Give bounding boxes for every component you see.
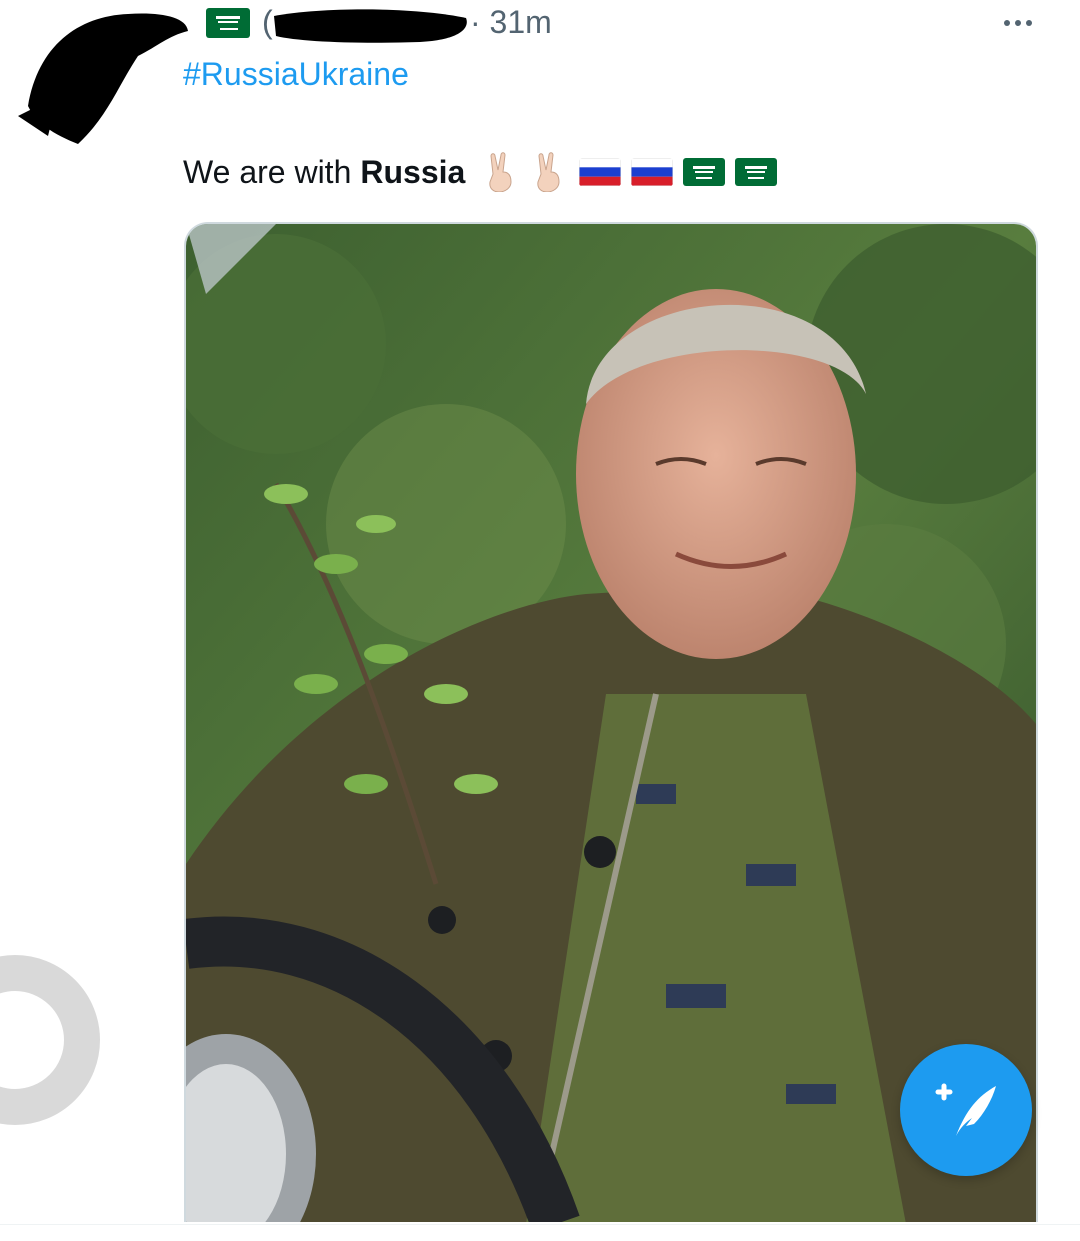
compose-tweet-icon (935, 1083, 996, 1136)
name-redaction (270, 6, 470, 44)
saudi-flag-icon (206, 8, 250, 38)
compose-tweet-button[interactable] (900, 1044, 1032, 1176)
more-horizontal-icon (1004, 20, 1010, 26)
loading-ring-icon (0, 955, 100, 1125)
more-options-button[interactable] (996, 6, 1040, 40)
tweet-timestamp[interactable]: · 31m (470, 4, 552, 41)
russia-flag-icon (579, 158, 622, 186)
bottom-divider (0, 1224, 1080, 1241)
tweet-photo[interactable] (184, 222, 1038, 1222)
saudi-flag-icon (735, 158, 778, 186)
peace-hand-emoji-icon (489, 152, 512, 192)
russia-flag-icon (631, 158, 674, 186)
saudi-flag-icon (683, 158, 726, 186)
hashtag-link[interactable]: #RussiaUkraine (183, 56, 409, 93)
username-fragment[interactable]: ( (262, 4, 273, 41)
avatar-redaction (18, 6, 188, 146)
tweet-text-bold: Russia (360, 153, 466, 190)
peace-hand-emoji-icon (537, 152, 560, 192)
tweet-text: We are with Russia (183, 150, 778, 194)
emoji-row (483, 152, 778, 192)
tweet-text-prefix: We are with (183, 153, 352, 190)
